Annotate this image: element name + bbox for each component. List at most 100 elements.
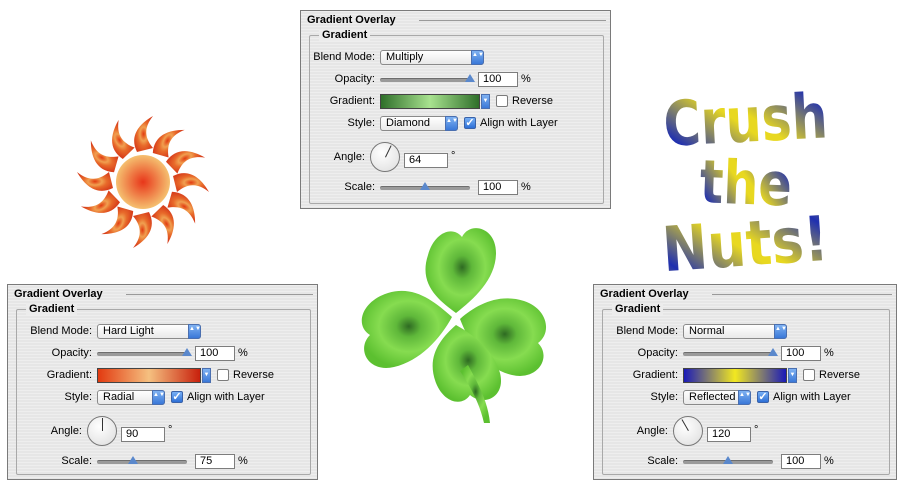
angle-dial[interactable] <box>87 416 117 446</box>
scale-row: Scale: 100% <box>310 178 531 196</box>
crush-the-nuts-artwork: Crush the Nuts! <box>660 80 831 276</box>
chevron-updown-icon: ▲▼ <box>738 389 751 405</box>
blend-mode-label: Blend Mode: <box>30 325 92 337</box>
sun-ray <box>134 116 153 152</box>
panel-title: Gradient Overlay <box>14 288 103 300</box>
percent-unit: % <box>824 347 834 359</box>
slider-knob[interactable] <box>723 456 733 464</box>
slider-knob[interactable] <box>768 348 778 356</box>
percent-unit: % <box>824 455 834 467</box>
blend-mode-row: Blend Mode: Hard Light ▲▼ <box>17 322 201 340</box>
angle-input[interactable]: 120 <box>707 426 751 442</box>
angle-input[interactable]: 64 <box>404 152 448 168</box>
angle-dial[interactable] <box>673 416 703 446</box>
style-select[interactable]: Radial ▲▼ <box>97 389 165 405</box>
angle-label: Angle: <box>333 151 365 163</box>
scale-slider[interactable] <box>380 182 470 192</box>
reverse-checkbox[interactable] <box>803 369 815 381</box>
opacity-label: Opacity: <box>334 73 375 85</box>
gradient-swatch[interactable]: ▼ <box>380 93 490 109</box>
scale-row: Scale: 75% <box>17 452 248 470</box>
gradient-group: Gradient Blend Mode: Normal ▲▼ Opacity: 100% G… <box>602 303 890 475</box>
angle-label: Angle: <box>636 425 668 437</box>
gradient-swatch[interactable]: ▼ <box>683 367 797 383</box>
blend-mode-value: Normal <box>689 324 725 337</box>
gradient-overlay-panel-hard-light: Gradient Overlay Gradient Blend Mode: Hard … <box>7 284 318 480</box>
align-with-layer-checkbox[interactable]: ✓ <box>757 391 769 403</box>
scale-input[interactable]: 75 <box>195 453 235 469</box>
title-rule <box>126 294 313 295</box>
align-with-layer-checkbox[interactable]: ✓ <box>171 391 183 403</box>
gradient-dropdown-icon[interactable]: ▼ <box>481 93 490 109</box>
slider-track <box>97 352 187 356</box>
angle-needle <box>102 418 103 431</box>
gradient-group: Gradient Blend Mode: Hard Light ▲▼ Opacity: 1… <box>16 303 311 475</box>
angle-dial[interactable] <box>370 142 400 172</box>
opacity-slider[interactable] <box>683 348 778 358</box>
angle-input[interactable]: 90 <box>121 426 165 442</box>
scale-label: Scale: <box>61 455 92 467</box>
sun-core <box>116 155 170 209</box>
slider-knob[interactable] <box>465 74 475 82</box>
slider-knob[interactable] <box>420 182 430 190</box>
percent-unit: % <box>238 347 248 359</box>
gradient-dropdown-icon[interactable]: ▼ <box>788 367 797 383</box>
slider-knob[interactable] <box>128 456 138 464</box>
gradient-swatch[interactable]: ▼ <box>97 367 211 383</box>
align-with-layer-label: Align with Layer <box>480 117 558 129</box>
opacity-input[interactable]: 100 <box>195 345 235 361</box>
gradient-row: Gradient: ▼ Reverse <box>310 92 553 110</box>
scale-input[interactable]: 100 <box>781 453 821 469</box>
blend-mode-label: Blend Mode: <box>313 51 375 63</box>
style-label: Style: <box>347 117 375 129</box>
slider-knob[interactable] <box>182 348 192 356</box>
gradient-label: Gradient: <box>632 369 678 381</box>
style-value: Radial <box>103 390 135 403</box>
reverse-checkbox[interactable] <box>217 369 229 381</box>
group-title: Gradient <box>612 303 664 315</box>
crush-line-3: Nuts! <box>660 202 831 276</box>
opacity-row: Opacity: 100% <box>310 70 531 88</box>
gradient-group: Gradient Blend Mode: Multiply ▲▼ Opacity: 100… <box>309 29 604 204</box>
scale-row: Scale: 100% <box>603 452 834 470</box>
opacity-slider[interactable] <box>380 74 475 84</box>
percent-unit: % <box>521 181 531 193</box>
style-select[interactable]: Reflected ▲▼ <box>683 389 751 405</box>
opacity-slider[interactable] <box>97 348 192 358</box>
scale-input[interactable]: 100 <box>478 179 518 195</box>
opacity-row: Opacity: 100% <box>603 344 834 362</box>
blend-mode-value: Hard Light <box>103 324 154 337</box>
style-value: Reflected <box>689 390 736 403</box>
chevron-updown-icon: ▲▼ <box>445 115 458 131</box>
blend-mode-select[interactable]: Multiply ▲▼ <box>380 49 484 65</box>
percent-unit: % <box>521 73 531 85</box>
clover-artwork <box>361 228 547 423</box>
title-rule <box>419 20 606 21</box>
align-with-layer-checkbox[interactable]: ✓ <box>464 117 476 129</box>
opacity-input[interactable]: 100 <box>478 71 518 87</box>
style-row: Style: Diamond ▲▼ ✓ Align with Layer <box>310 114 558 132</box>
blend-mode-select[interactable]: Hard Light ▲▼ <box>97 323 201 339</box>
reverse-checkbox[interactable] <box>496 95 508 107</box>
gradient-dropdown-icon[interactable]: ▼ <box>202 367 211 383</box>
chevron-updown-icon: ▲▼ <box>188 323 201 339</box>
percent-unit: % <box>238 455 248 467</box>
blend-mode-value: Multiply <box>386 50 424 63</box>
opacity-label: Opacity: <box>51 347 92 359</box>
gradient-overlay-panel-normal: Gradient Overlay Gradient Blend Mode: Norma… <box>593 284 897 480</box>
gradient-label: Gradient: <box>46 369 92 381</box>
angle-row: Angle: 120 ° <box>603 414 758 448</box>
chevron-updown-icon: ▲▼ <box>774 323 787 339</box>
style-value: Diamond <box>386 116 431 129</box>
scale-slider[interactable] <box>97 456 187 466</box>
blend-mode-select[interactable]: Normal ▲▼ <box>683 323 787 339</box>
reverse-label: Reverse <box>512 95 553 107</box>
degree-unit: ° <box>451 150 456 162</box>
title-rule <box>712 294 892 295</box>
degree-unit: ° <box>754 424 759 436</box>
group-title: Gradient <box>26 303 78 315</box>
degree-unit: ° <box>168 424 173 436</box>
style-select[interactable]: Diamond ▲▼ <box>380 115 458 131</box>
scale-slider[interactable] <box>683 456 773 466</box>
opacity-input[interactable]: 100 <box>781 345 821 361</box>
